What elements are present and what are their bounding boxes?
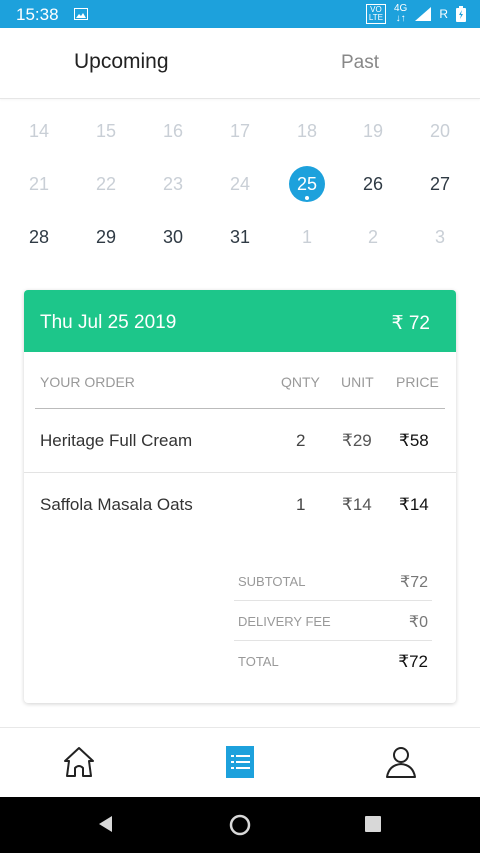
recents-icon[interactable]: [363, 814, 383, 834]
subtotal-row: SUBTOTAL ₹72: [234, 561, 432, 601]
calendar-day-3: 3: [434, 227, 445, 247]
calendar-day-1: 1: [301, 227, 312, 247]
column-header-qty: QNTY: [281, 374, 320, 390]
calendar-day-19: 19: [362, 121, 384, 141]
item-qty: 2: [296, 431, 306, 450]
calendar-day-24: 24: [229, 174, 251, 194]
item-price: ₹58: [399, 431, 429, 450]
calendar-day-31[interactable]: 31: [220, 217, 260, 257]
order-header: Thu Jul 25 2019 ₹ 72: [24, 290, 456, 352]
order-card: Thu Jul 25 2019 ₹ 72 YOUR ORDER QNTY UNI…: [24, 290, 456, 703]
home-icon[interactable]: [61, 744, 97, 780]
orders-icon[interactable]: [222, 744, 258, 780]
calendar-day-28[interactable]: 28: [19, 217, 59, 257]
calendar-day-17: 17: [229, 121, 251, 141]
column-header-order: YOUR ORDER: [40, 374, 135, 390]
order-item-row: Heritage Full Cream 2 ₹29 ₹58: [24, 409, 456, 473]
network-indicator: 4G ↓↑: [394, 4, 407, 24]
subtotal-label: SUBTOTAL: [238, 574, 306, 589]
order-date: Thu Jul 25 2019: [40, 312, 177, 333]
status-bar: 15:38 VO LTE 4G ↓↑ R: [0, 0, 480, 28]
back-icon[interactable]: [96, 814, 116, 834]
calendar-day-16: 16: [162, 121, 184, 141]
column-header-price: PRICE: [396, 374, 439, 390]
calendar-day-18: 18: [296, 121, 318, 141]
system-nav-bar: [0, 797, 480, 853]
subtotal-value: ₹72: [400, 574, 428, 591]
calendar-day-26[interactable]: 26: [353, 164, 393, 204]
calendar-week-row: 28 29 30 31 1 2 3: [0, 217, 480, 257]
calendar-day-30[interactable]: 30: [153, 217, 193, 257]
item-qty: 1: [296, 495, 306, 514]
volte-badge: VO LTE: [365, 4, 386, 24]
delivery-fee-label: DELIVERY FEE: [238, 614, 331, 629]
carrier-label: R: [439, 7, 448, 21]
order-total: ₹ 72: [391, 313, 430, 334]
calendar-week-row: 14 15 16 17 18 19 20: [0, 111, 480, 151]
calendar-week-row: 21 22 23 24 25 26 27: [0, 164, 480, 204]
calendar-day-22: 22: [95, 174, 117, 194]
delivery-fee-row: DELIVERY FEE ₹0: [234, 601, 432, 641]
image-icon: [74, 8, 88, 20]
tab-upcoming[interactable]: Upcoming: [74, 50, 169, 74]
total-row: TOTAL ₹72: [234, 641, 432, 681]
signal-icon: [415, 7, 432, 21]
calendar-day-29[interactable]: 29: [86, 217, 126, 257]
calendar-day-2: 2: [367, 227, 378, 247]
tab-bar: Upcoming Past: [0, 28, 480, 99]
network-arrows: ↓↑: [395, 13, 406, 24]
profile-icon[interactable]: [383, 744, 419, 780]
total-label: TOTAL: [238, 654, 279, 669]
calendar-day-21: 21: [28, 174, 50, 194]
total-value: ₹72: [398, 652, 428, 671]
volte-bottom: LTE: [368, 13, 383, 22]
calendar-day-27[interactable]: 27: [420, 164, 460, 204]
calendar-day-25[interactable]: 25: [287, 164, 327, 204]
item-name: Heritage Full Cream: [40, 431, 193, 450]
item-price: ₹14: [399, 495, 429, 514]
item-unit-price: ₹29: [342, 431, 372, 450]
item-name: Saffola Masala Oats: [40, 495, 193, 514]
battery-icon: [456, 6, 466, 22]
calendar-day-15: 15: [95, 121, 117, 141]
tab-past[interactable]: Past: [341, 52, 379, 74]
calendar-day-23: 23: [162, 174, 184, 194]
delivery-fee-value: ₹0: [408, 614, 428, 631]
home-button-icon[interactable]: [229, 814, 251, 836]
status-time: 15:38: [16, 5, 59, 24]
calendar-day-14: 14: [28, 121, 50, 141]
day-number: 25: [296, 174, 318, 194]
order-item-row: Saffola Masala Oats 1 ₹14 ₹14: [24, 473, 456, 537]
column-header-unit: UNIT: [341, 374, 374, 390]
item-unit-price: ₹14: [342, 495, 372, 514]
order-dot-indicator: [305, 196, 309, 200]
bottom-nav: [0, 727, 480, 798]
calendar-day-20: 20: [429, 121, 451, 141]
